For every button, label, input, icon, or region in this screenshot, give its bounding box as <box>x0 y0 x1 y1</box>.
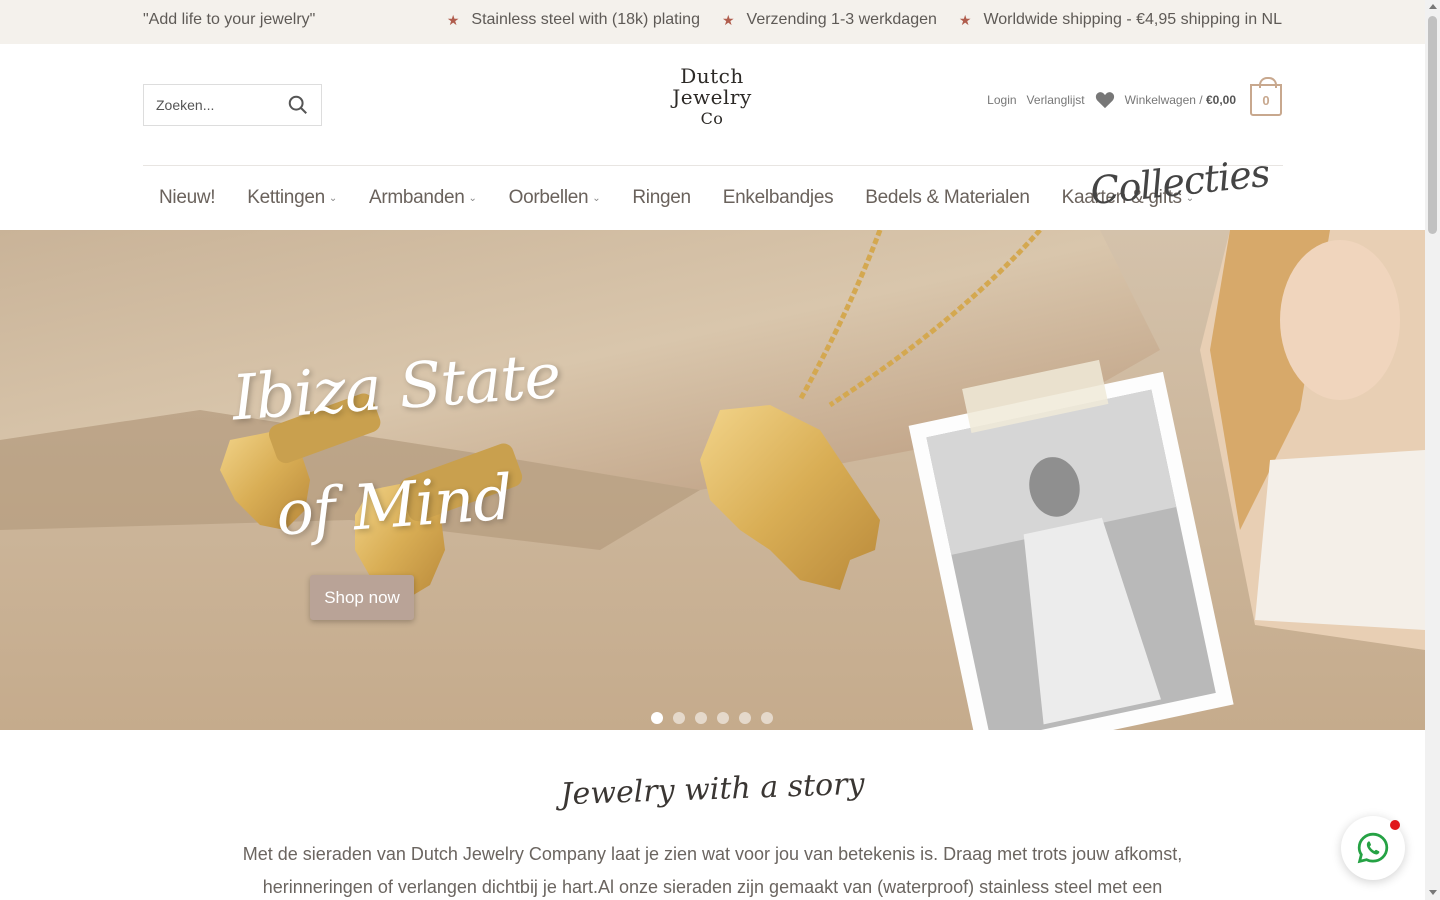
star-icon: ★ <box>958 11 972 28</box>
usp-list: ★ Stainless steel with (18k) plating ★ Ver… <box>447 11 1282 29</box>
heart-icon[interactable] <box>1095 91 1115 109</box>
usp-text: Stainless steel with (18k) plating <box>471 11 700 28</box>
hero-image <box>0 230 1425 730</box>
cart-count: 0 <box>1262 92 1270 108</box>
scroll-down-arrow-icon[interactable] <box>1429 890 1437 895</box>
chevron-down-icon: ⌄ <box>328 192 337 204</box>
whatsapp-icon <box>1357 832 1389 864</box>
scroll-up-arrow-icon[interactable] <box>1429 4 1437 9</box>
top-bar: "Add life to your jewelry" ★ Stainless st… <box>0 0 1425 44</box>
logo-line: Jewelry <box>672 85 752 109</box>
star-icon: ★ <box>446 11 460 28</box>
usp-item: ★ Verzending 1-3 werkdagen <box>722 11 937 29</box>
usp-text: Verzending 1-3 werkdagen <box>746 11 937 28</box>
nav-label: Enkelbandjes <box>722 187 834 208</box>
notification-dot <box>1390 820 1400 830</box>
nav-label: Oorbellen <box>508 187 589 208</box>
nav-item-ringen[interactable]: Ringen <box>616 187 706 209</box>
usp-item: ★ Stainless steel with (18k) plating <box>447 11 700 29</box>
search-form <box>143 84 322 126</box>
logo-line: Dutch <box>680 64 744 88</box>
nav-item-oorbellen[interactable]: Oorbellen ⌄ <box>493 187 617 209</box>
chevron-down-icon: ⌄ <box>592 192 601 204</box>
cart-label: Winkelwagen / <box>1124 93 1203 107</box>
nav-item-nieuw[interactable]: Nieuw! <box>143 187 231 209</box>
nav-label: Nieuw! <box>159 187 216 208</box>
usp-text: Worldwide shipping - €4,95 shipping in N… <box>983 11 1282 28</box>
slider-dots <box>651 712 773 724</box>
star-icon: ★ <box>721 11 735 28</box>
site-header: Dutch Jewelry Co Login Verlanglijst Wink… <box>0 44 1425 230</box>
hero-slider: Ibiza State of Mind Shop now <box>0 230 1425 730</box>
nav-item-enkelbandjes[interactable]: Enkelbandjes <box>707 187 849 209</box>
slider-dot[interactable] <box>673 712 685 724</box>
chevron-down-icon: ⌄ <box>468 192 477 204</box>
usp-item: ★ Worldwide shipping - €4,95 shipping in … <box>959 11 1282 29</box>
scrollbar[interactable] <box>1425 0 1440 900</box>
slider-dot[interactable] <box>695 712 707 724</box>
search-icon[interactable] <box>287 94 309 116</box>
scroll-thumb[interactable] <box>1428 16 1437 234</box>
login-link[interactable]: Login <box>987 93 1016 107</box>
nav-item-armbanden[interactable]: Armbanden ⌄ <box>353 187 493 209</box>
slider-dot[interactable] <box>739 712 751 724</box>
slider-dot[interactable] <box>761 712 773 724</box>
account-links: Login Verlanglijst Winkelwagen / €0,00 0 <box>987 77 1282 116</box>
collecties-link[interactable]: Collecties <box>1088 151 1271 214</box>
shop-now-button[interactable]: Shop now <box>310 575 414 620</box>
site-logo[interactable]: Dutch Jewelry Co <box>662 66 762 129</box>
hero-title: Ibiza State of Mind <box>228 317 572 575</box>
slider-dot[interactable] <box>651 712 663 724</box>
intro-text: Met de sieraden van Dutch Jewelry Compan… <box>242 844 1183 897</box>
nav-label: Armbanden <box>368 187 465 208</box>
search-input[interactable] <box>156 97 276 113</box>
hero-title-line: Ibiza State <box>229 338 563 435</box>
nav-item-bedels[interactable]: Bedels & Materialen <box>849 187 1045 209</box>
whatsapp-button[interactable] <box>1341 816 1405 880</box>
cart-link[interactable]: Winkelwagen / €0,00 <box>1125 93 1236 107</box>
wishlist-link[interactable]: Verlanglijst <box>1027 93 1085 107</box>
nav-label: Kettingen <box>247 187 325 208</box>
intro-title: Jewelry with a story <box>559 766 866 813</box>
logo-line: Co <box>700 109 724 128</box>
nav-item-kettingen[interactable]: Kettingen ⌄ <box>231 187 353 209</box>
cart-total: €0,00 <box>1205 93 1236 107</box>
nav-label: Bedels & Materialen <box>865 187 1030 208</box>
hero-title-line: of Mind <box>273 460 515 550</box>
cart-icon[interactable]: 0 <box>1250 77 1282 116</box>
main-nav: Nieuw! Kettingen ⌄ Armbanden ⌄ Oorbellen ⌄ … <box>143 151 1283 230</box>
tagline: "Add life to your jewelry" <box>143 11 316 28</box>
slider-dot[interactable] <box>717 712 729 724</box>
nav-label: Ringen <box>632 187 691 208</box>
